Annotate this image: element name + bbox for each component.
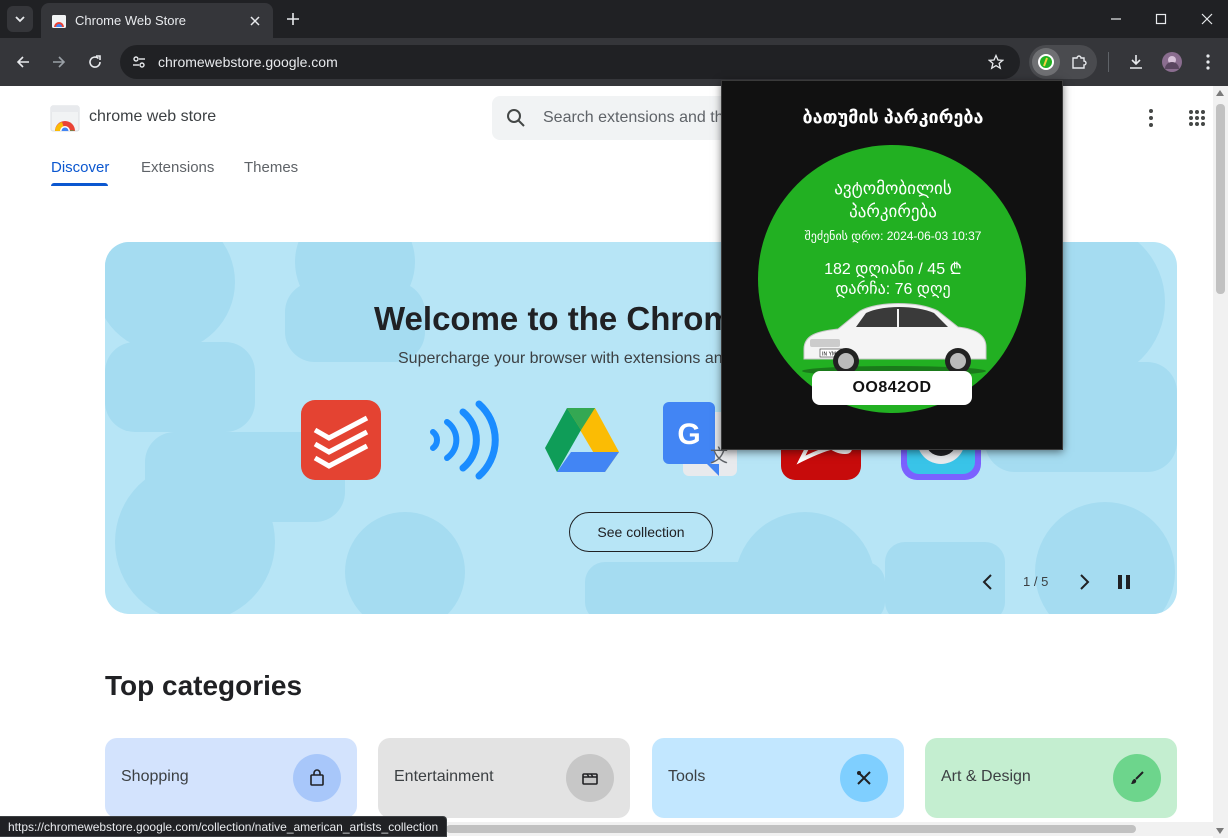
new-tab-button[interactable]: [282, 8, 304, 30]
apps-grid-icon: [1189, 110, 1205, 126]
address-bar[interactable]: chromewebstore.google.com: [120, 45, 1020, 79]
google-apps-button[interactable]: [1186, 106, 1208, 130]
scroll-up-arrow-icon[interactable]: [1216, 90, 1224, 96]
forward-button[interactable]: [47, 50, 71, 74]
maximize-icon: [1155, 13, 1167, 25]
plus-icon: [287, 13, 299, 25]
downloads-button[interactable]: [1124, 50, 1148, 74]
category-label: Entertainment: [394, 768, 494, 785]
scroll-thumb[interactable]: [1216, 104, 1225, 294]
puzzle-icon: [1072, 55, 1087, 69]
extensions-area: [1029, 45, 1097, 79]
close-icon: [1201, 13, 1213, 25]
close-tab-icon[interactable]: [247, 13, 263, 29]
scroll-down-arrow-icon[interactable]: [1216, 828, 1224, 834]
browser-toolbar: chromewebstore.google.com: [0, 38, 1228, 86]
store-menu-button[interactable]: [1140, 106, 1162, 130]
minimize-icon: [1111, 18, 1121, 20]
tab-title: Chrome Web Store: [75, 13, 187, 28]
tab-search-button[interactable]: [7, 6, 33, 32]
shopping-bag-icon: [293, 754, 341, 802]
back-button[interactable]: [11, 50, 35, 74]
license-plate: OO842OD: [812, 371, 972, 405]
parking-type-line2: პარკირება: [849, 202, 937, 221]
back-arrow-icon: [16, 56, 29, 68]
carousel-next-icon[interactable]: [1075, 572, 1093, 592]
chevron-down-icon: [15, 16, 25, 23]
nfc-waves-icon[interactable]: [421, 400, 501, 480]
category-card-entertainment[interactable]: Entertainment: [378, 738, 630, 818]
plan-info: 182 დღიანი / 45 ₾: [824, 261, 962, 278]
tab-strip: Chrome Web Store: [0, 0, 1228, 38]
forward-arrow-icon: [53, 56, 66, 68]
category-label: Tools: [668, 768, 706, 785]
todoist-icon[interactable]: [301, 400, 381, 480]
category-label: Art & Design: [941, 768, 1031, 785]
tab-themes[interactable]: Themes: [244, 159, 298, 176]
see-collection-button[interactable]: See collection: [569, 512, 713, 552]
popup-title: ბათუმის პარკირება: [802, 107, 984, 127]
category-label: Shopping: [121, 768, 189, 785]
more-vert-icon: [1149, 109, 1153, 127]
reload-icon: [89, 55, 101, 68]
tab-discover[interactable]: Discover: [51, 159, 109, 176]
purchase-time: შეძენის დრო: 2024-06-03 10:37: [804, 229, 982, 243]
download-icon: [1130, 55, 1142, 69]
toolbar-separator: [1108, 52, 1109, 72]
google-drive-icon[interactable]: [541, 400, 621, 480]
url-text[interactable]: chromewebstore.google.com: [158, 54, 986, 70]
chrome-web-store-favicon: [52, 14, 66, 28]
tools-icon: [840, 754, 888, 802]
top-categories-heading: Top categories: [105, 670, 303, 701]
reload-button[interactable]: [83, 50, 107, 74]
chrome-menu-button[interactable]: [1196, 50, 1220, 74]
search-icon: [507, 109, 525, 127]
horizontal-scroll-thumb[interactable]: [446, 825, 1136, 833]
bookmark-star-icon[interactable]: [986, 52, 1006, 72]
parking-type-line1: ავტომობილის: [834, 179, 952, 198]
days-remaining: დარჩა: 76 დღე: [835, 281, 951, 298]
profile-button[interactable]: [1160, 50, 1184, 74]
parking-extension-popup: ბათუმის პარკირება ავტომობილის პარკირება …: [721, 80, 1063, 450]
vertical-scrollbar[interactable]: [1213, 86, 1228, 838]
brush-icon: [1113, 754, 1161, 802]
minimize-button[interactable]: [1104, 8, 1128, 30]
category-card-tools[interactable]: Tools: [652, 738, 904, 818]
carousel-page-indicator: 1 / 5: [1023, 574, 1049, 589]
carousel-pause-icon[interactable]: [1116, 572, 1132, 592]
chrome-web-store-logo[interactable]: [50, 104, 80, 132]
tab-extensions[interactable]: Extensions: [141, 159, 214, 176]
carousel-prev-icon[interactable]: [979, 572, 997, 592]
more-vert-icon: [1206, 54, 1210, 70]
avatar: [1162, 52, 1182, 72]
category-card-shopping[interactable]: Shopping: [105, 738, 357, 818]
active-tab-indicator: [51, 183, 108, 186]
clapperboard-icon: [566, 754, 614, 802]
status-url: https://chromewebstore.google.com/collec…: [8, 819, 439, 834]
close-window-button[interactable]: [1195, 8, 1219, 30]
browser-tab[interactable]: Chrome Web Store: [41, 3, 273, 38]
parking-extension-button[interactable]: [1032, 48, 1060, 76]
store-brand-name[interactable]: chrome web store: [89, 108, 216, 126]
parking-type-title: ავტომობილის პარკირება: [722, 177, 1062, 223]
svg-text:G: G: [677, 418, 700, 451]
status-bubble: https://chromewebstore.google.com/collec…: [0, 816, 448, 837]
category-card-art-design[interactable]: Art & Design: [925, 738, 1177, 818]
maximize-button[interactable]: [1149, 8, 1173, 30]
parking-extension-icon: [1038, 54, 1054, 70]
horizontal-scrollbar[interactable]: [446, 822, 1213, 836]
site-info-icon[interactable]: [130, 53, 148, 71]
extensions-menu-button[interactable]: [1067, 50, 1091, 74]
car-image: IN YM 34: [802, 303, 987, 376]
